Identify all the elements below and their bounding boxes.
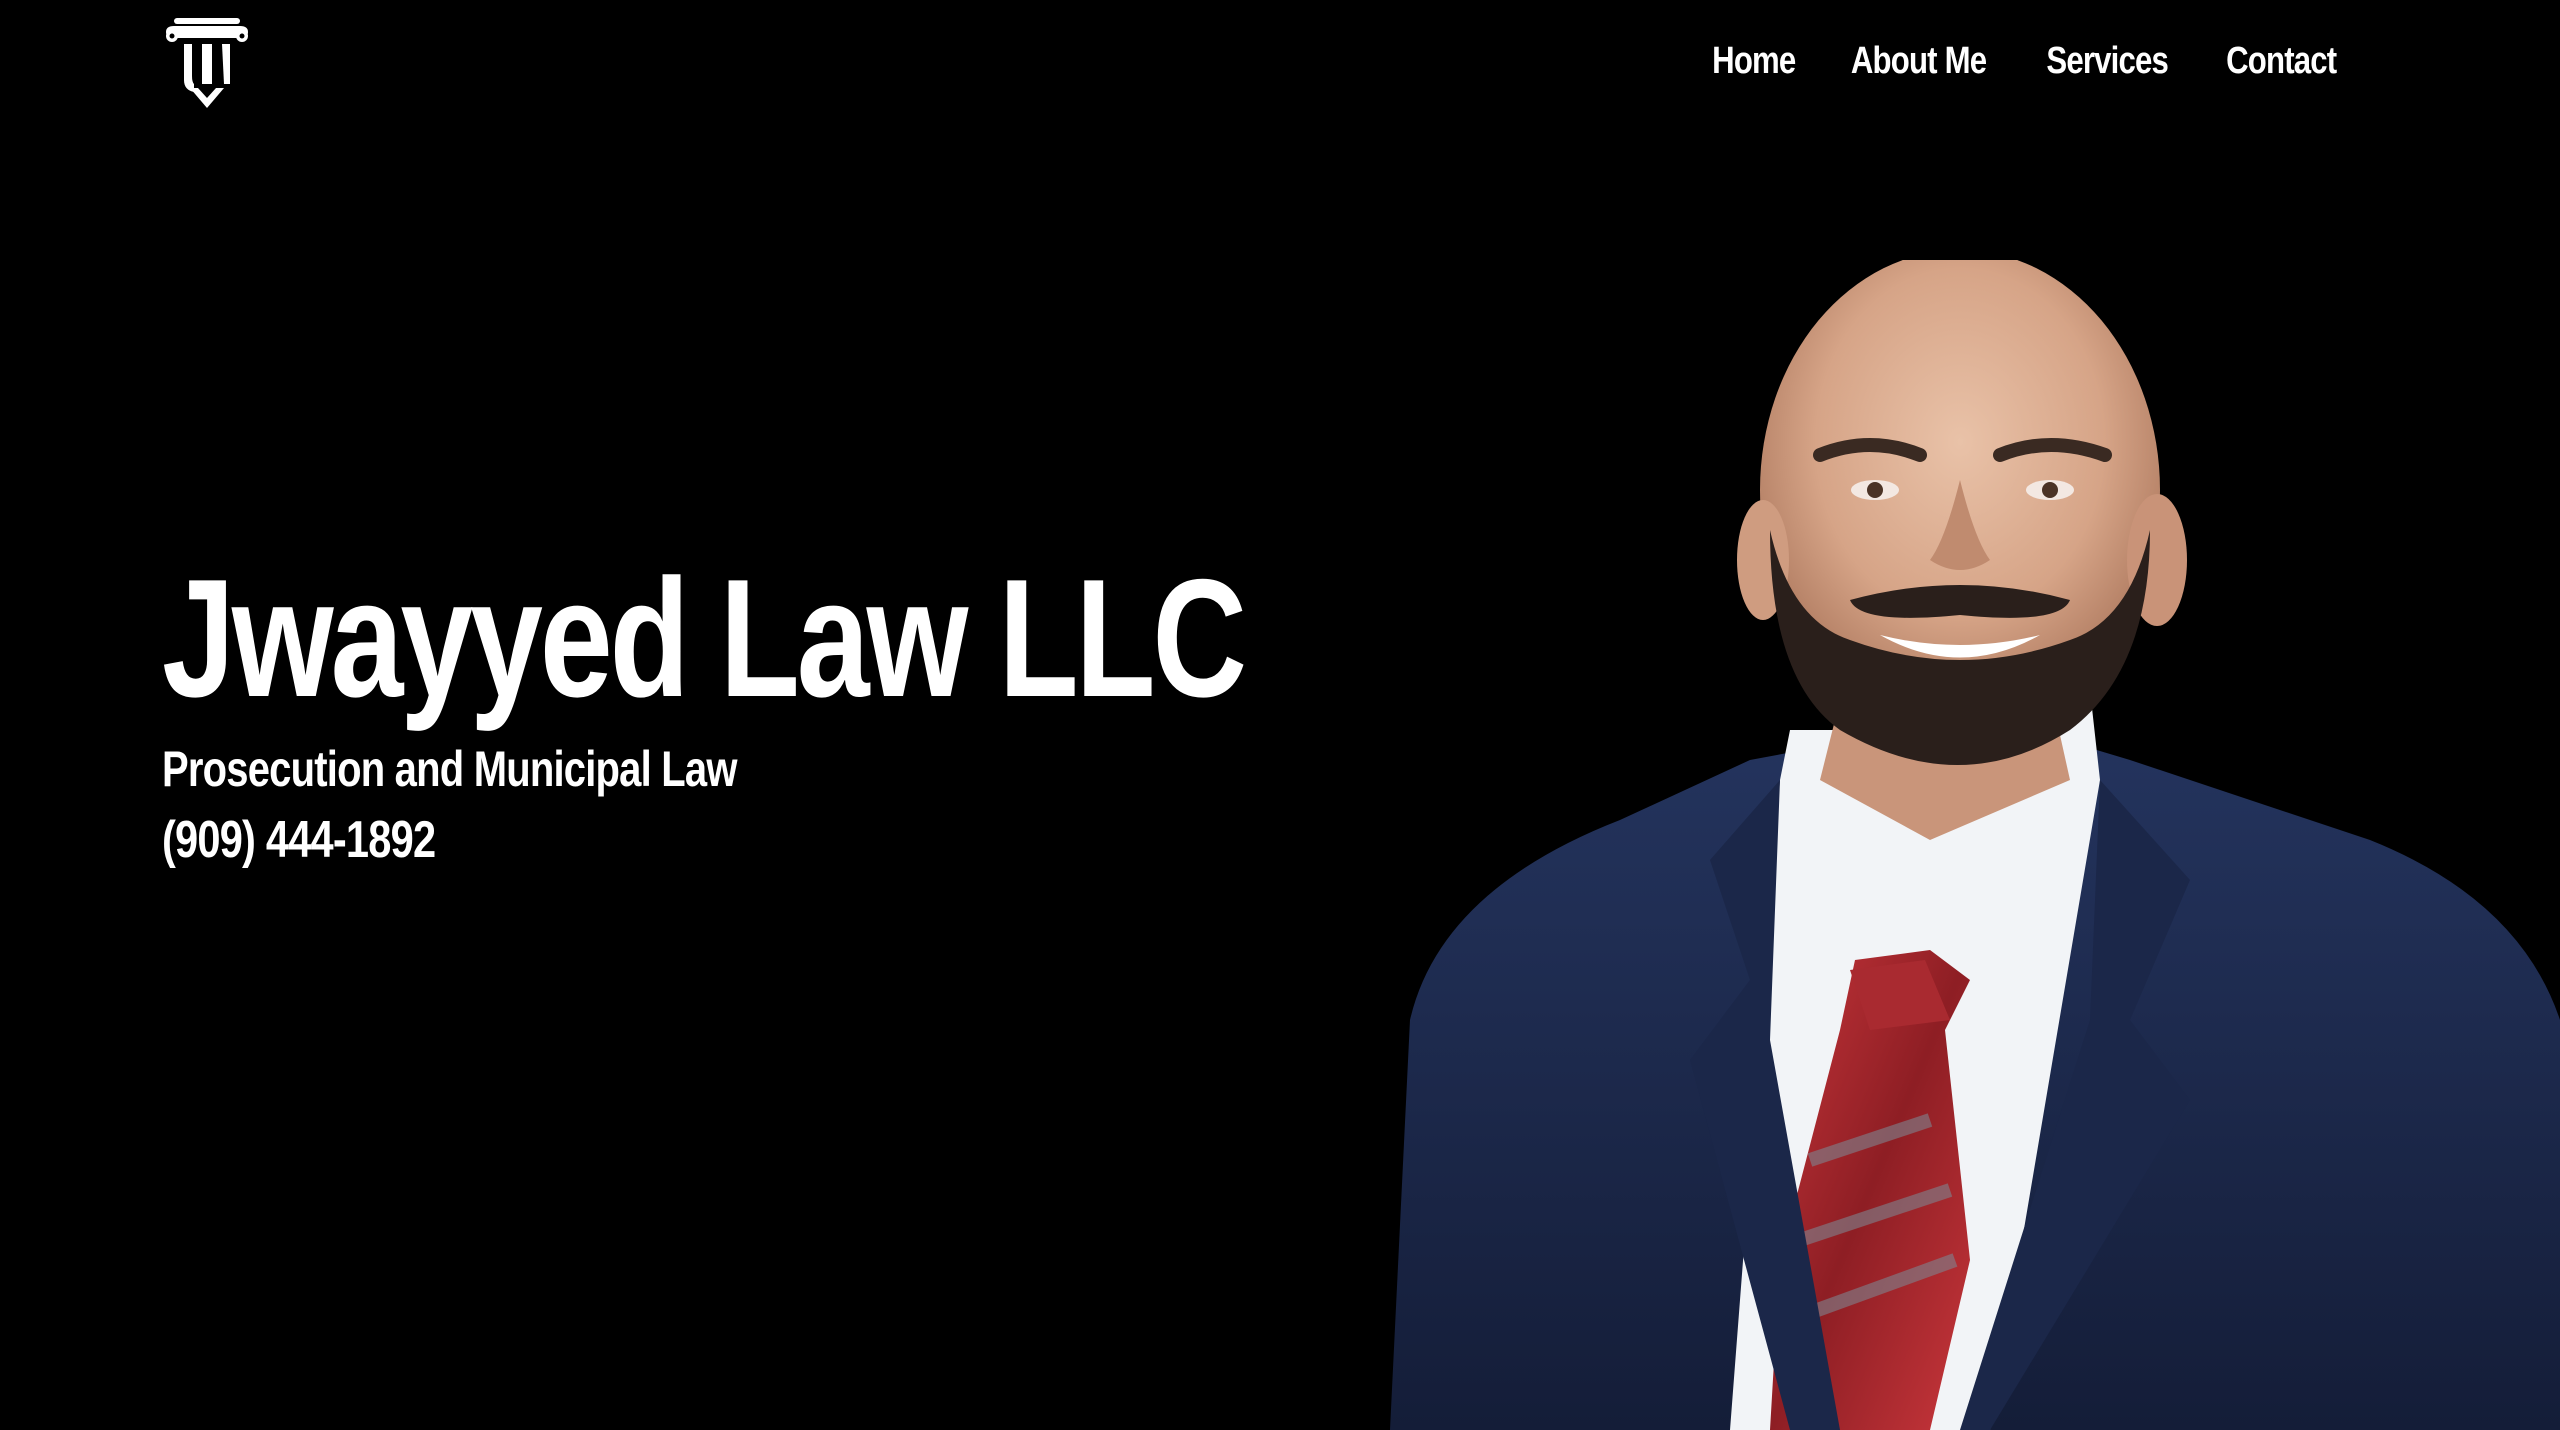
page: Home About Me Services Contact Jwayyed L… [0,0,2560,1430]
nav-home-link[interactable]: Home [1712,34,1796,88]
nav-about-me-link[interactable]: About Me [1851,34,1987,88]
site-logo[interactable] [162,14,252,110]
hero-phone-number[interactable]: (909) 444-1892 [162,804,1122,876]
nav-contact-link[interactable]: Contact [2226,34,2337,88]
attorney-portrait [1370,260,2560,1430]
pillar-logo-icon [166,18,248,108]
nav-services-link[interactable]: Services [2047,34,2169,88]
main-nav: Home About Me Services Contact [1703,34,2348,88]
hero-subtitle: Prosecution and Municipal Law [162,741,737,797]
hero-title: Jwayyed Law LLC [162,544,1247,732]
hero-text-block: Jwayyed Law LLC Prosecution and Municipa… [162,548,1362,876]
